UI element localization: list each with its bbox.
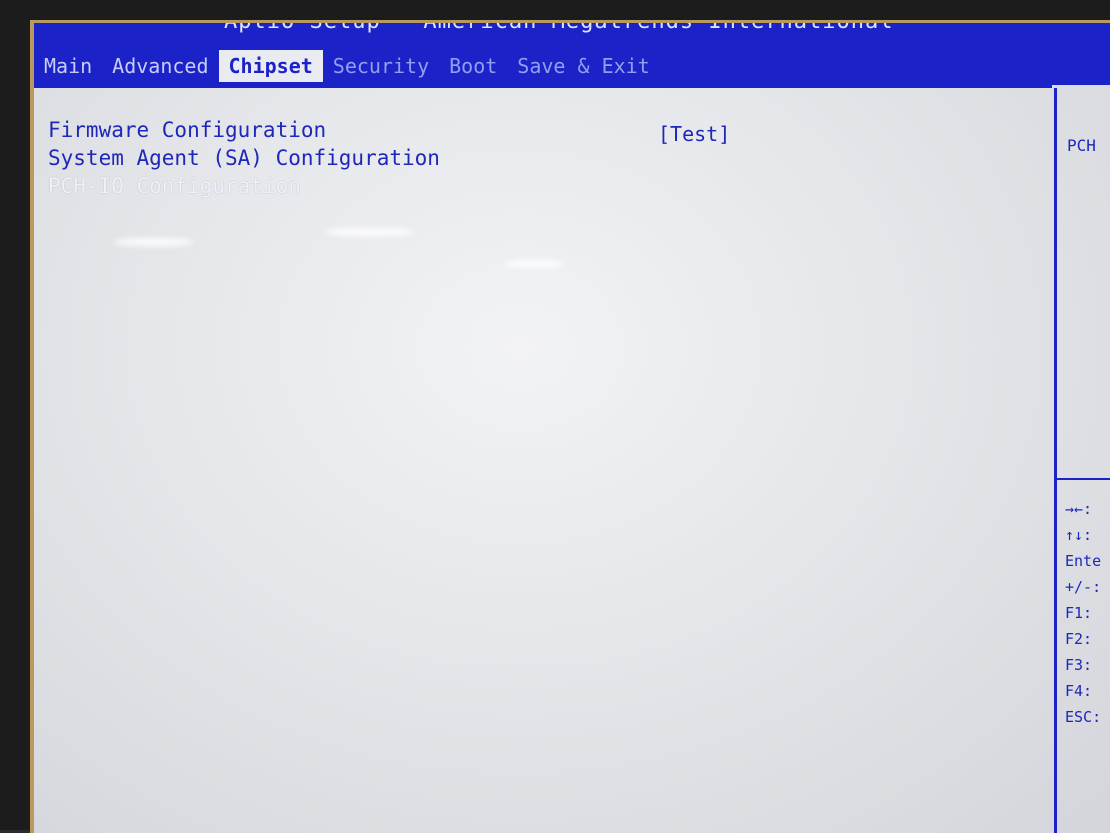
tab-save-exit[interactable]: Save & Exit [507, 52, 659, 80]
key-f3: F3: [1065, 656, 1093, 674]
app-title: Aptio Setup - American Megatrends Intern… [224, 20, 894, 34]
screen-glare [324, 228, 414, 236]
menu-item-system-agent-configuration[interactable]: System Agent (SA) Configuration [48, 146, 440, 170]
tab-security[interactable]: Security [323, 52, 439, 80]
key-enter: Ente [1065, 552, 1102, 570]
key-select-item: ↑↓: [1065, 526, 1093, 544]
main-content: Firmware Configuration [Test] System Age… [34, 85, 1052, 833]
menu-item-firmware-configuration[interactable]: Firmware Configuration [48, 118, 326, 142]
key-f4: F4: [1065, 682, 1093, 700]
tab-main[interactable]: Main [34, 52, 102, 80]
key-change-option: +/-: [1065, 578, 1102, 596]
tab-chipset[interactable]: Chipset [218, 50, 323, 82]
tab-boot[interactable]: Boot [439, 52, 507, 80]
help-panel: PCH →←: ↑↓: Ente +/-: F1: F2: F3: F4: ES… [1054, 88, 1110, 833]
tab-advanced[interactable]: Advanced [102, 52, 218, 80]
key-esc: ESC: [1065, 708, 1102, 726]
firmware-configuration-value: [Test] [658, 122, 731, 146]
tab-bar: Main Advanced Chipset Security Boot Save… [34, 49, 660, 83]
bios-screen: Aptio Setup - American Megatrends Intern… [30, 20, 1110, 833]
screen-glare [114, 238, 194, 246]
help-description: PCH [1067, 136, 1096, 155]
help-divider [1057, 478, 1110, 480]
key-f2: F2: [1065, 630, 1093, 648]
key-f1: F1: [1065, 604, 1093, 622]
key-legend: →←: ↑↓: Ente +/-: F1: F2: F3: F4: ESC: [1065, 496, 1101, 730]
header-bar: Aptio Setup - American Megatrends Intern… [34, 23, 1110, 85]
key-select-screen: →←: [1065, 500, 1093, 518]
menu-item-pch-io-configuration[interactable]: PCH-IO Configuration [48, 174, 301, 198]
screen-glare [504, 260, 564, 268]
